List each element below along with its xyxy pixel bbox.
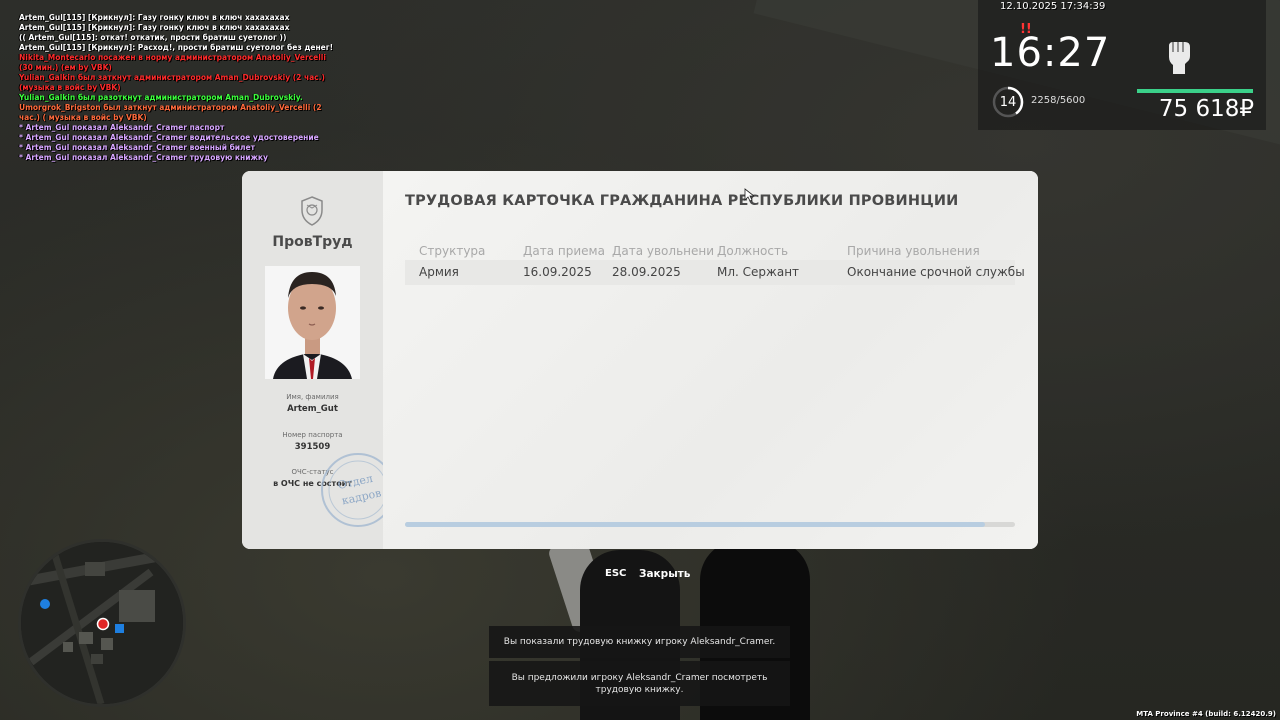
work-record-title: ТРУДОВАЯ КАРТОЧКА ГРАЖДАНИНА РЕСПУБЛИКИ … — [405, 193, 959, 209]
table-cell: Окончание срочной службы — [847, 265, 1025, 279]
chat-line: Artem_Gul[115] [Крикнул]: Расход!, прост… — [19, 43, 334, 52]
hud-datetime: 12.10.2025 17:34:39 — [1000, 1, 1106, 12]
table-cell: Мл. Сержант — [717, 265, 800, 279]
organization-name: ПровТруд — [272, 234, 353, 250]
close-button[interactable]: Закрыть — [639, 568, 690, 580]
table-cell: Армия — [419, 265, 459, 279]
table-cell: 16.09.2025 — [523, 265, 592, 279]
table-header: Структура Дата приема Дата увольнени Дол… — [405, 244, 1015, 260]
chat-line: * Artem_Gul показал Aleksandr_Cramer вое… — [19, 143, 255, 152]
name-value: Artem_Gut — [287, 404, 338, 414]
chat-line: Yulian_Galkin был разоткнут администрато… — [19, 93, 303, 102]
mouse-cursor-icon — [744, 188, 754, 202]
hud-money: 75 618₽ — [1158, 96, 1254, 122]
passport-label: Номер паспорта — [282, 431, 343, 439]
column-header: Дата приема — [523, 244, 605, 258]
notification: Вы предложили игроку Aleksandr_Cramer по… — [489, 661, 790, 706]
chat-line: * Artem_Gul показал Aleksandr_Cramer вод… — [19, 133, 319, 142]
column-header: Дата увольнени — [612, 244, 715, 258]
hud-game-time: 16:27 — [990, 30, 1111, 76]
horizontal-scrollbar[interactable] — [405, 522, 1015, 527]
chat-line: Artem_Gul[115] [Крикнул]: Газу гонку клю… — [19, 23, 290, 32]
chat-line: Umorgrok_Brigston был заткнут администра… — [19, 103, 322, 122]
esc-key-hint: ESC — [605, 568, 627, 579]
citizen-photo — [265, 266, 360, 379]
column-header: Должность — [717, 244, 789, 258]
chat-line: Artem_Gul[115] [Крикнул]: Газу гонку клю… — [19, 13, 290, 22]
chat-line: * Artem_Gul показал Aleksandr_Cramer тру… — [19, 153, 268, 162]
work-record-modal: ПровТруд Имя, фамилия Artem_Gut Номер па… — [242, 171, 1038, 549]
notification: Вы показали трудовую книжку игроку Aleks… — [489, 626, 790, 658]
notification-text: Вы предложили игроку Aleksandr_Cramer по… — [511, 672, 768, 695]
table-cell: 28.09.2025 — [612, 265, 681, 279]
hud-level: 14 — [999, 94, 1017, 110]
chat-log: Artem_Gul[115] [Крикнул]: Газу гонку клю… — [19, 13, 339, 163]
column-header: Структура — [419, 244, 486, 258]
fist-icon — [1169, 42, 1190, 74]
scrollbar-thumb[interactable] — [405, 522, 985, 527]
work-record-content: ТРУДОВАЯ КАРТОЧКА ГРАЖДАНИНА РЕСПУБЛИКИ … — [383, 171, 1038, 549]
name-label: Имя, фамилия — [286, 393, 339, 401]
notification-text: Вы показали трудовую книжку игроку Aleks… — [503, 637, 776, 647]
chat-line: Nikita_Montecarlo посажен в норму админи… — [19, 53, 326, 72]
coat-of-arms-icon — [301, 196, 323, 226]
chat-line: Yulian_Galkin был заткнут администраторо… — [19, 73, 325, 92]
hud-experience: 2258/5600 — [1031, 95, 1086, 106]
chat-line: * Artem_Gul показал Aleksandr_Cramer пас… — [19, 123, 225, 132]
chat-line: (( Artem_Gul[115]: откат! откатик, прост… — [19, 33, 287, 42]
health-bar — [1137, 89, 1253, 93]
table-row: Армия 16.09.2025 28.09.2025 Мл. Сержант … — [405, 260, 1025, 285]
column-header: Причина увольнения — [847, 244, 980, 258]
minimap[interactable] — [18, 539, 186, 707]
build-info: MTA Province #4 (build: 6.12420.9) — [1136, 710, 1276, 718]
